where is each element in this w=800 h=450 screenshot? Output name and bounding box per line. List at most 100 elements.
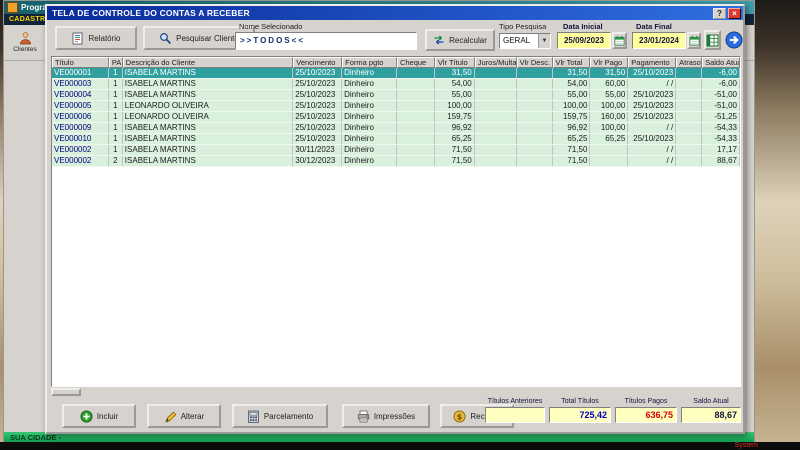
go-arrow-icon [725, 31, 743, 49]
incluir-button-label: Incluir [96, 411, 119, 421]
dialog-titlebar[interactable]: TELA DE CONTROLE DO CONTAS A RECEBER ? × [47, 6, 743, 20]
chevron-down-icon[interactable]: ▼ [538, 34, 550, 48]
clients-icon [18, 31, 33, 46]
table-cell: Dinheiro [342, 112, 397, 122]
table-cell: -51,25 [702, 112, 740, 122]
total-titulos-label: Total Títulos [561, 398, 599, 405]
table-cell [475, 79, 517, 89]
column-header-2[interactable]: PA [108, 57, 123, 68]
end-date-field[interactable]: 23/01/2024 [632, 32, 686, 49]
table-cell: VE000010 [52, 134, 109, 144]
table-cell: VE000002 [52, 145, 109, 155]
table-cell: LEONARDO OLIVEIRA [123, 101, 294, 111]
column-header-10[interactable]: Vlr Total [552, 57, 591, 68]
column-header-6[interactable]: Cheque [396, 57, 435, 68]
table-row[interactable]: VE000001 1 ISABELA MARTINS 25/10/2023 Dinhei… [52, 68, 740, 79]
column-header-1[interactable]: Título [52, 57, 109, 68]
table-cell: 55,00 [590, 90, 629, 100]
export-grid-button[interactable] [704, 30, 721, 50]
table-cell: ISABELA MARTINS [123, 156, 294, 166]
column-header-9[interactable]: Vlr Desc. [516, 57, 553, 68]
column-header-5[interactable]: Forma pgto [342, 57, 397, 68]
table-row[interactable]: VE000009 1 ISABELA MARTINS 25/10/2023 Dinhei… [52, 123, 740, 134]
table-cell: 88,67 [702, 156, 740, 166]
table-cell [475, 134, 517, 144]
impressoes-button[interactable]: Impressões [342, 404, 430, 428]
recalculate-button[interactable]: Recalcular [425, 29, 495, 51]
search-type-dropdown[interactable]: GERAL ▼ [499, 33, 551, 49]
table-cell [397, 156, 435, 166]
report-button[interactable]: Relatório [55, 26, 137, 50]
column-header-4[interactable]: Vencimento [293, 57, 343, 68]
table-cell: 1 [109, 68, 123, 78]
status-bar-text: SUA CIDADE - [10, 433, 61, 442]
table-row[interactable]: VE000003 1 ISABELA MARTINS 25/10/2023 Dinhei… [52, 79, 740, 90]
selected-name-field[interactable]: >>TODOS<< [235, 32, 417, 50]
help-button[interactable]: ? [713, 7, 726, 19]
receivables-grid: Título PA Descrição do Cliente Vencimento Fo… [51, 56, 741, 387]
table-cell: 31,50 [435, 68, 475, 78]
taskbar-system-label: System [734, 442, 758, 449]
table-cell: 25/10/2023 [293, 112, 343, 122]
column-header-11[interactable]: Vlr Pago [590, 57, 629, 68]
table-cell [475, 90, 517, 100]
column-header-8[interactable]: Juros/Multa [474, 57, 517, 68]
table-cell: ISABELA MARTINS [123, 90, 294, 100]
table-cell: 2 [109, 156, 123, 166]
table-row[interactable]: VE000010 1 ISABELA MARTINS 25/10/2023 Dinhei… [52, 134, 740, 145]
table-cell: 71,50 [553, 145, 591, 155]
table-cell [676, 90, 703, 100]
column-header-13[interactable]: Atraso [676, 57, 703, 68]
search-type-value: GERAL [503, 36, 531, 45]
table-cell [676, 101, 703, 111]
table-row[interactable]: VE000006 1 LEONARDO OLIVEIRA 25/10/2023 Dinh… [52, 112, 740, 123]
table-cell: 96,92 [435, 123, 475, 133]
parcelamento-button[interactable]: Parcelamento [232, 404, 328, 428]
search-icon [159, 32, 172, 45]
table-cell: ISABELA MARTINS [123, 134, 294, 144]
table-row[interactable]: VE000004 1 ISABELA MARTINS 25/10/2023 Dinhei… [52, 90, 740, 101]
end-date-label: Data Final [636, 22, 672, 31]
start-date-calendar-button[interactable] [612, 32, 627, 49]
end-date-calendar-button[interactable] [687, 32, 701, 49]
grid-hscrollbar[interactable] [51, 388, 81, 396]
table-cell: 71,50 [553, 156, 591, 166]
table-cell: 65,25 [553, 134, 591, 144]
column-header-3[interactable]: Descrição do Cliente [122, 57, 294, 68]
table-cell: 30/12/2023 [293, 156, 343, 166]
calculator-icon [247, 410, 260, 423]
table-cell: 25/10/2023 [628, 68, 677, 78]
table-cell [517, 145, 553, 155]
alterar-button[interactable]: Alterar [147, 404, 221, 428]
total-titulos-group: Total Títulos 725,42 [549, 398, 611, 423]
table-row[interactable]: VE000002 1 ISABELA MARTINS 30/11/2023 Dinhei… [52, 145, 740, 156]
parcelamento-button-label: Parcelamento [263, 411, 314, 421]
table-cell: 54,00 [435, 79, 475, 89]
table-cell: VE000001 [52, 68, 109, 78]
column-header-7[interactable]: Vlr Título [434, 57, 475, 68]
table-cell: LEONARDO OLIVEIRA [123, 112, 294, 122]
table-cell: Dinheiro [342, 145, 397, 155]
incluir-button[interactable]: Incluir [62, 404, 136, 428]
table-row[interactable]: VE000005 1 LEONARDO OLIVEIRA 25/10/2023 Dinh… [52, 101, 740, 112]
table-cell [397, 123, 435, 133]
titulos-pagos-label: Títulos Pagos [624, 398, 668, 405]
start-date-field[interactable]: 25/09/2023 [557, 32, 611, 49]
printer-icon [357, 410, 370, 423]
table-row[interactable]: VE000002 2 ISABELA MARTINS 30/12/2023 Dinhei… [52, 156, 740, 167]
taskbar[interactable]: System [0, 442, 800, 450]
table-cell: 17,17 [702, 145, 740, 155]
saldo-atual-group: Saldo Atual 88,67 [681, 398, 741, 423]
table-cell: 160,00 [590, 112, 629, 122]
toolbar-button-clientes[interactable]: Clientes [6, 26, 44, 58]
table-cell [475, 156, 517, 166]
column-header-14[interactable]: Saldo Atual [702, 57, 740, 68]
table-cell [676, 134, 703, 144]
column-header-12[interactable]: Pagamento [628, 57, 677, 68]
table-cell [397, 79, 435, 89]
go-button[interactable] [724, 29, 743, 51]
close-button[interactable]: × [728, 7, 741, 19]
table-cell: VE000002 [52, 156, 109, 166]
report-icon [71, 32, 84, 45]
table-cell: 25/10/2023 [628, 134, 677, 144]
